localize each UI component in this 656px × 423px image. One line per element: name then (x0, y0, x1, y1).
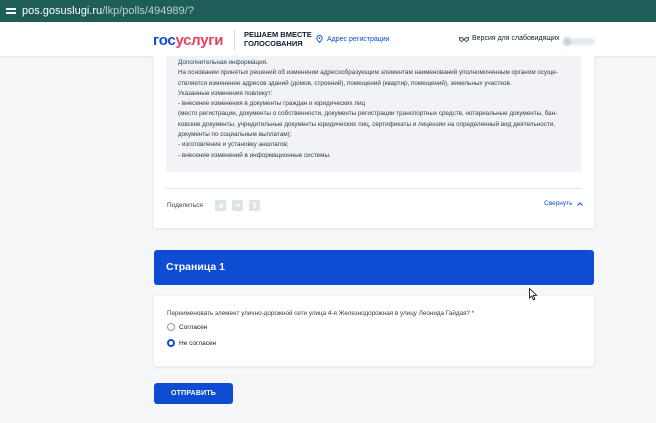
question-text: Переименовать элемент улично-дорожной се… (167, 310, 475, 317)
radio-agree[interactable] (167, 323, 175, 331)
logo-part-uslugi: услуги (175, 32, 224, 49)
collapse-button[interactable]: Свернуть (544, 200, 583, 207)
header-divider (234, 30, 235, 50)
info-line: ствляется изменение адресов зданий (домо… (178, 79, 512, 87)
info-line: - внесение изменений в информационные си… (178, 151, 331, 159)
url-host: pos.gosuslugi.ru (22, 5, 103, 17)
additional-info-box: Дополнительная информация. На основании … (166, 56, 581, 172)
info-line: Указанные изменения повлекут: (178, 89, 273, 97)
question-card: Переименовать элемент улично-дорожной се… (154, 296, 594, 366)
chevron-up-icon (576, 201, 583, 206)
radio-disagree[interactable] (167, 339, 175, 347)
option-disagree-label: Не согласен (179, 339, 217, 347)
header-slogan: РЕШАЕМ ВМЕСТЕ ГОЛОСОВАНИЯ (244, 30, 314, 48)
page-title: Страница 1 (166, 261, 225, 273)
info-line: ковские документы, учредительные докумен… (178, 120, 556, 128)
low-vision-link[interactable]: Версия для слабовидящих (459, 35, 560, 42)
poll-info-card: Дополнительная информация. На основании … (154, 56, 594, 228)
gosuslugi-logo[interactable]: госуслуги (153, 32, 223, 49)
slogan-line-1: РЕШАЕМ ВМЕСТЕ (244, 30, 312, 39)
info-line: Дополнительная информация. (178, 59, 268, 66)
vk-icon[interactable]: vk (231, 200, 243, 211)
info-line: - изготовление и установку аншлагов; (178, 141, 289, 149)
slogan-line-2: ГОЛОСОВАНИЯ (244, 39, 303, 48)
site-settings-icon[interactable] (6, 6, 16, 16)
browser-address-bar[interactable]: pos.gosuslugi.ru/lkp/polls/494989/? (0, 0, 656, 22)
submit-button[interactable]: ОТПРАВИТЬ (154, 383, 233, 404)
share-label: Поделиться (167, 202, 203, 209)
info-line: документы по социальным выплатам); (178, 131, 292, 139)
location-pin-icon (316, 35, 323, 43)
info-line: - внесение изменения в документы граждан… (178, 100, 366, 108)
info-line: На основании принятых решений об изменен… (178, 69, 558, 77)
collapse-label: Свернуть (544, 200, 573, 207)
url-text[interactable]: pos.gosuslugi.ru/lkp/polls/494989/? (22, 5, 194, 17)
option-agree-label: Согласен (179, 323, 208, 331)
address-link-label: Адрес регистрации (327, 35, 390, 43)
telegram-icon[interactable] (214, 200, 226, 211)
logo-part-gos: гос (153, 32, 176, 49)
odnoklassniki-icon[interactable] (248, 200, 260, 211)
user-profile-avatar[interactable] (563, 37, 595, 46)
mouse-cursor-icon (529, 288, 538, 301)
option-disagree[interactable]: Не согласен (167, 339, 216, 347)
info-line: (место регистрации, документы о собствен… (178, 110, 558, 118)
page-banner: Страница 1 (154, 250, 594, 285)
low-vision-label: Версия для слабовидящих (472, 35, 560, 42)
address-link[interactable]: Адрес регистрации (316, 35, 390, 43)
glasses-icon (459, 36, 469, 42)
card-divider (166, 188, 581, 189)
share-bar: Поделиться vk (167, 200, 260, 211)
site-header: госуслуги РЕШАЕМ ВМЕСТЕ ГОЛОСОВАНИЯ Адре… (0, 22, 656, 56)
option-agree[interactable]: Согласен (167, 323, 207, 331)
url-path: /lkp/polls/494989/? (102, 5, 194, 17)
